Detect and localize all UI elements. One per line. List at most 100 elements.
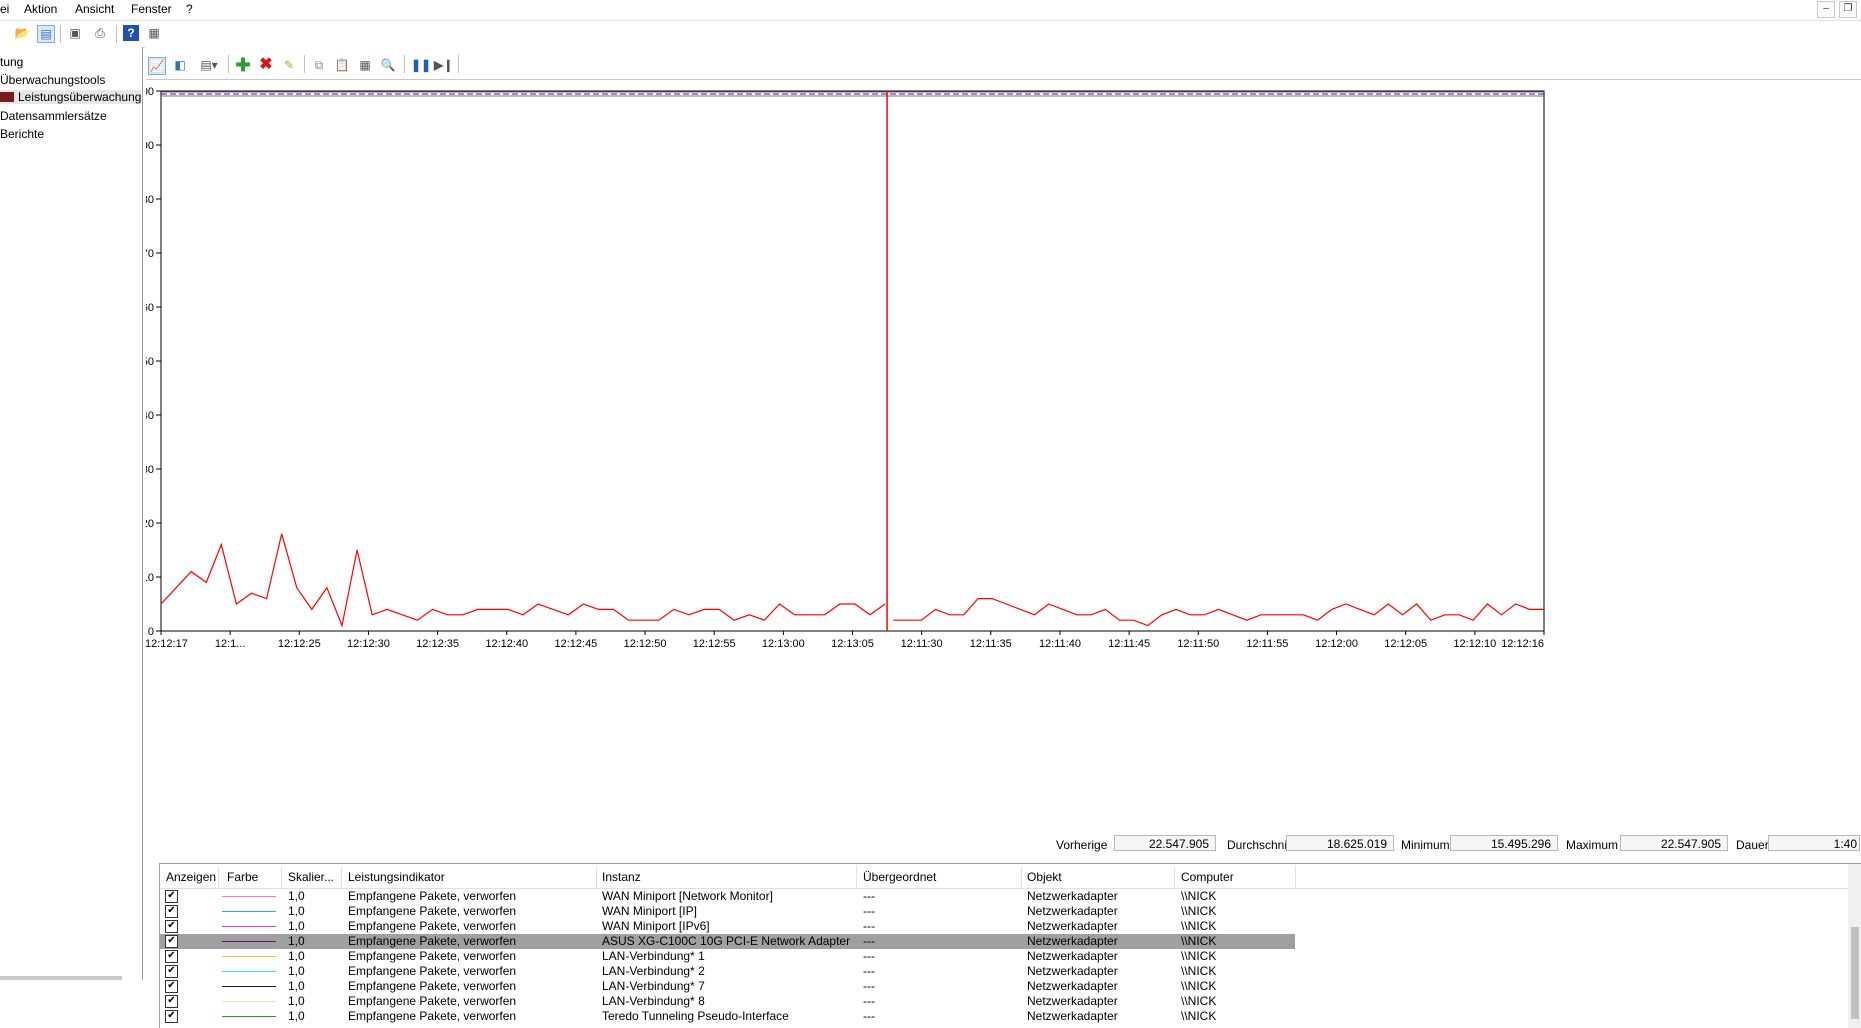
show-checkbox[interactable]: ✔	[165, 995, 178, 1008]
column-header-computer[interactable]: Computer	[1181, 870, 1234, 884]
menu-action[interactable]: Aktion	[24, 2, 57, 16]
y-tick-label: 10	[146, 572, 154, 584]
scrollbar-thumb[interactable]	[1851, 927, 1859, 1019]
counter-cell: Empfangene Pakete, verworfen	[348, 949, 517, 963]
column-separator[interactable]	[1021, 866, 1022, 888]
minimize-button[interactable]: –	[1817, 1, 1835, 18]
column-separator[interactable]	[218, 866, 219, 888]
performance-chart[interactable]: 0 10 20 30 40 50 60 70 80 90 100 12:12:17 12:1... 12:…	[136, 81, 1861, 851]
color-swatch	[222, 896, 276, 897]
add-counter-icon[interactable]: ✚	[235, 56, 251, 74]
menu-window[interactable]: Fenster	[131, 2, 172, 16]
show-checkbox[interactable]: ✔	[165, 1010, 178, 1023]
column-separator[interactable]	[281, 866, 282, 888]
highlight-icon[interactable]: ✎	[281, 57, 297, 73]
column-header-counter[interactable]: Leistungsindikator	[348, 870, 445, 884]
menu-file[interactable]: ei	[0, 2, 9, 16]
column-separator[interactable]	[341, 866, 342, 888]
properties-icon[interactable]: ▦	[357, 57, 373, 73]
paste-counter-icon[interactable]: 📋	[334, 57, 350, 73]
x-tick-label: 12:11:45	[1108, 638, 1150, 650]
column-separator[interactable]	[1295, 866, 1296, 888]
delete-counter-icon[interactable]: ✖	[258, 57, 274, 73]
show-checkbox[interactable]: ✔	[165, 890, 178, 903]
instance-cell: LAN-Verbindung* 2	[602, 964, 705, 978]
restore-button[interactable]: ❐	[1839, 1, 1857, 18]
toolbar-separator	[304, 55, 305, 73]
view-log-icon[interactable]: ◧	[172, 57, 188, 73]
menu-view[interactable]: Ansicht	[75, 2, 114, 16]
object-cell: Netzwerkadapter	[1027, 934, 1118, 948]
tree-item-label: Datensammlersätze	[0, 109, 107, 123]
column-header-instance[interactable]: Instanz	[602, 870, 641, 884]
table-row[interactable]: ✔ 1,0 Empfangene Pakete, verworfen ASUS XG-…	[160, 934, 1295, 949]
column-header-color[interactable]: Farbe	[227, 870, 258, 884]
tree-item-root[interactable]: tung	[0, 55, 23, 69]
x-tick-label: 12:11:30	[901, 638, 943, 650]
column-separator[interactable]	[596, 866, 597, 888]
show-checkbox[interactable]: ✔	[165, 905, 178, 918]
table-row[interactable]: ✔ 1,0 Empfangene Pakete, verworfen WAN Mini…	[160, 889, 1295, 904]
show-checkbox[interactable]: ✔	[165, 950, 178, 963]
tree-item-performance-monitor[interactable]: Leistungsüberwachung	[0, 90, 142, 104]
copy-properties-icon[interactable]: ⧉	[311, 57, 327, 73]
table-row[interactable]: ✔ 1,0 Empfangene Pakete, verworfen LAN-Verb…	[160, 979, 1295, 994]
update-data-icon[interactable]: ▶❙	[434, 57, 453, 73]
computer-cell: \\NICK	[1181, 919, 1217, 933]
column-header-show[interactable]: Anzeigen	[166, 870, 216, 884]
console-icon[interactable]: ▦	[146, 25, 162, 41]
help-icon[interactable]: ?	[123, 25, 139, 41]
table-row[interactable]: ✔ 1,0 Empfangene Pakete, verworfen WAN Mini…	[160, 904, 1295, 919]
show-checkbox[interactable]: ✔	[165, 920, 178, 933]
x-tick-label: 12:12:25	[278, 638, 321, 650]
y-tick-label: 30	[146, 464, 154, 476]
change-graph-type-icon[interactable]: ▤▾	[196, 57, 222, 73]
column-header-object[interactable]: Objekt	[1027, 870, 1062, 884]
scale-cell: 1,0	[288, 979, 305, 993]
properties-icon[interactable]: ▣	[67, 25, 83, 41]
scale-cell: 1,0	[288, 934, 305, 948]
maximum-label: Maximum	[1566, 838, 1619, 852]
menu-bar: ei Aktion Ansicht Fenster ? – ❐	[0, 0, 1861, 19]
object-cell: Netzwerkadapter	[1027, 994, 1118, 1008]
parent-cell: ---	[863, 934, 875, 948]
freeze-display-icon[interactable]: ❚❚	[411, 57, 431, 73]
computer-cell: \\NICK	[1181, 964, 1217, 978]
table-row[interactable]: ✔ 1,0 Empfangene Pakete, verworfen LAN-Verb…	[160, 994, 1295, 1009]
tree-item-label: Berichte	[0, 127, 45, 141]
color-swatch	[222, 941, 276, 942]
menu-help[interactable]: ?	[186, 2, 193, 16]
instance-cell: WAN Miniport [IP]	[602, 904, 697, 918]
show-checkbox[interactable]: ✔	[165, 965, 178, 978]
scale-cell: 1,0	[288, 1009, 305, 1023]
y-tick-label: 70	[146, 248, 154, 260]
tree-item-data-collector-sets[interactable]: Datensammlersätze	[0, 109, 107, 123]
print-icon[interactable]: ⎙	[92, 25, 108, 41]
table-row[interactable]: ✔ 1,0 Empfangene Pakete, verworfen WAN Mini…	[160, 919, 1295, 934]
tree-item-reports[interactable]: Berichte	[0, 127, 44, 141]
folder-up-icon[interactable]: 📂	[14, 25, 30, 41]
tree-horizontal-scrollbar[interactable]	[0, 976, 122, 980]
column-separator[interactable]	[1174, 866, 1175, 888]
console-tree-icon[interactable]: ▤	[37, 25, 55, 43]
x-tick-label: 12:12:50	[624, 638, 667, 650]
counter-cell: Empfangene Pakete, verworfen	[348, 994, 517, 1008]
scale-cell: 1,0	[288, 964, 305, 978]
x-tick-label: 12:12:05	[1384, 638, 1427, 650]
toolbar-separator	[60, 25, 61, 43]
zoom-icon[interactable]: 🔍	[380, 57, 396, 73]
table-row[interactable]: ✔ 1,0 Empfangene Pakete, verworfen LAN-Verb…	[160, 964, 1295, 979]
column-header-parent[interactable]: Übergeordnet	[863, 870, 936, 884]
show-checkbox[interactable]: ✔	[165, 935, 178, 948]
view-graph-icon[interactable]: 📈	[148, 57, 166, 75]
table-row[interactable]: ✔ 1,0 Empfangene Pakete, verworfen Teredo T…	[160, 1009, 1295, 1024]
tree-item-monitoring-tools[interactable]: Überwachungstools	[0, 73, 105, 87]
x-tick-label: 12:12:30	[347, 638, 390, 650]
color-swatch	[222, 926, 276, 927]
table-row[interactable]: ✔ 1,0 Empfangene Pakete, verworfen LAN-Verb…	[160, 949, 1295, 964]
column-header-scale[interactable]: Skalier...	[288, 870, 334, 884]
show-checkbox[interactable]: ✔	[165, 980, 178, 993]
column-separator[interactable]	[856, 866, 857, 888]
chart-svg: 0 10 20 30 40 50 60 70 80 90 100 12:12:17 12:1... 12:…	[136, 86, 1545, 650]
table-vertical-scrollbar[interactable]	[1848, 864, 1861, 1028]
